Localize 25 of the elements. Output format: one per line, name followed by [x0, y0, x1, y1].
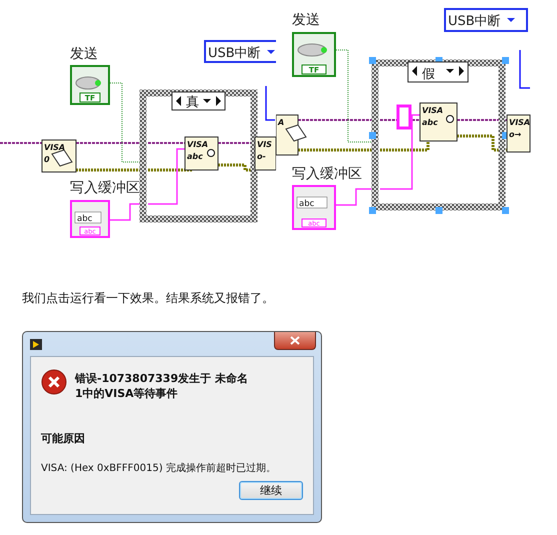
function-node[interactable]: VISA abc — [420, 102, 458, 142]
app-icon — [30, 339, 42, 350]
case-structure[interactable] — [140, 90, 258, 222]
control-label: 发送 — [292, 12, 320, 28]
case-selector[interactable]: 假 — [408, 62, 468, 82]
error-detail: VISA: (Hex 0xBFFF0015) 完成操作前超时已过期。 — [41, 462, 277, 475]
section-title: 可能原因 — [41, 431, 86, 446]
paragraph: 我们点击运行看一下效果。结果系统又报错了。 — [22, 290, 275, 307]
wire — [519, 50, 530, 89]
close-button[interactable] — [274, 332, 316, 350]
enum-constant[interactable]: USB中断 — [444, 8, 528, 32]
function-node[interactable]: VISA abc — [184, 136, 218, 170]
enum-constant[interactable]: USB中断 — [204, 40, 276, 63]
control-label: 发送 — [70, 46, 98, 62]
close-icon — [290, 336, 300, 345]
control-label: 写入缓冲区 — [292, 166, 362, 182]
error-message: 错误-1073807339发生于 未命名 1中的VISA等待事件 — [75, 371, 248, 401]
function-node[interactable]: VISA o→ — [506, 114, 530, 152]
function-node[interactable]: VISA 0 — [42, 140, 76, 172]
control-label: 写入缓冲区 — [70, 180, 140, 196]
continue-button[interactable]: 继续 — [239, 481, 303, 500]
case-selector[interactable]: 真 — [172, 92, 226, 110]
case-structure[interactable] — [369, 57, 509, 214]
function-node[interactable]: VIS o- — [254, 136, 276, 170]
error-icon — [41, 369, 67, 395]
